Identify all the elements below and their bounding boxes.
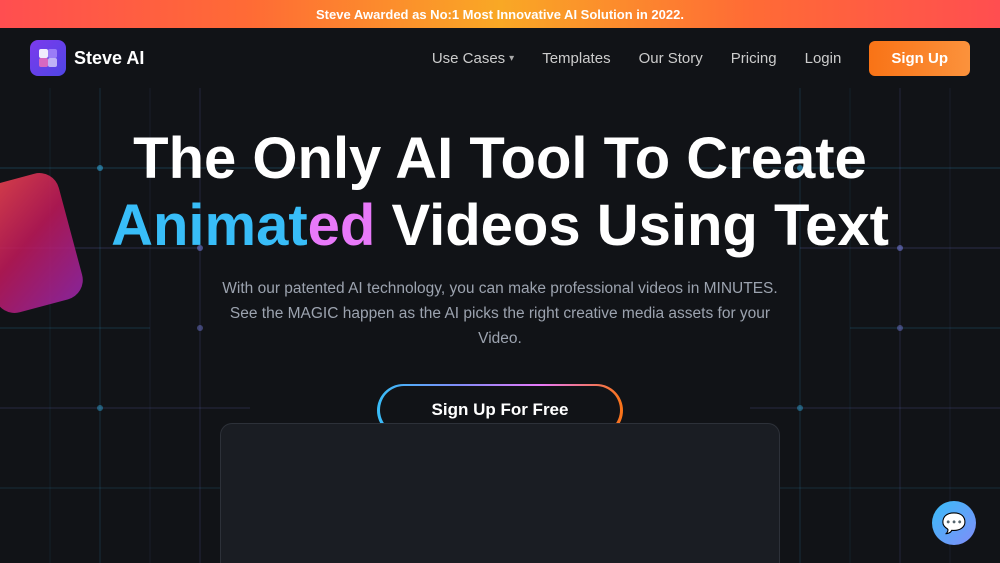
hero-title-blue: Animat (111, 193, 308, 258)
banner-text: Steve Awarded as No:1 Most Innovative AI… (316, 7, 684, 22)
chat-support-button[interactable]: 💬 (932, 501, 976, 545)
navbar: Steve AI Use Cases ▾ Templates Our Story… (0, 28, 1000, 88)
hero-animated-word: Animated (111, 193, 391, 258)
hero-section: The Only AI Tool To Create Animated Vide… (0, 88, 1000, 563)
nav-links: Use Cases ▾ Templates Our Story Pricing … (432, 41, 970, 76)
hero-title: The Only AI Tool To Create Animated Vide… (111, 126, 889, 259)
nav-use-cases[interactable]: Use Cases ▾ (432, 50, 514, 67)
hero-title-line1: The Only AI Tool To Create (133, 126, 867, 191)
nav-signup-button[interactable]: Sign Up (869, 41, 970, 76)
nav-pricing[interactable]: Pricing (731, 50, 777, 67)
logo-icon (30, 40, 66, 76)
video-preview (220, 423, 780, 563)
nav-templates[interactable]: Templates (542, 50, 610, 67)
logo-text: Steve AI (74, 48, 144, 69)
nav-our-story[interactable]: Our Story (639, 50, 703, 67)
logo[interactable]: Steve AI (30, 40, 144, 76)
nav-login[interactable]: Login (805, 50, 842, 67)
hero-subtitle-line2: See the MAGIC happen as the AI picks the… (230, 305, 770, 347)
hero-title-pink: ed (308, 193, 376, 258)
chat-icon: 💬 (942, 511, 967, 536)
hero-subtitle-line1: With our patented AI technology, you can… (222, 280, 777, 297)
hero-subtitle: With our patented AI technology, you can… (220, 277, 780, 351)
top-banner: Steve Awarded as No:1 Most Innovative AI… (0, 0, 1000, 28)
chevron-down-icon: ▾ (509, 53, 514, 64)
hero-title-line2: Videos Using Text (391, 193, 888, 258)
